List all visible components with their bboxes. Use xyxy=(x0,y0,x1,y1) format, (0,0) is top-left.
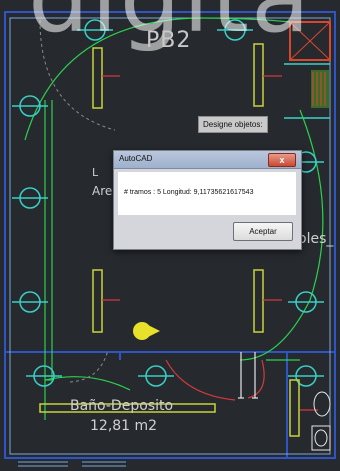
accept-button[interactable]: Aceptar xyxy=(233,222,293,241)
close-button[interactable]: x xyxy=(268,153,296,167)
dialog-titlebar[interactable]: AutoCAD x xyxy=(114,151,301,169)
partial-label-c: oles_ xyxy=(298,231,334,247)
room-area: 12,81 m2 xyxy=(90,418,158,434)
room-name: Baño-Deposito xyxy=(70,398,174,414)
command-tooltip: Designe objetos: xyxy=(198,116,268,133)
message-text: # tramos : 5 Longitud: 9,11735621617543 xyxy=(124,189,254,196)
partial-label-a: Are xyxy=(92,184,113,198)
autocad-message-dialog: AutoCAD x # tramos : 5 Longitud: 9,11735… xyxy=(113,150,302,250)
message-area: # tramos : 5 Longitud: 9,11735621617543 xyxy=(118,172,296,215)
floor-label: PB2 xyxy=(146,28,192,53)
partial-label-b: L xyxy=(92,166,99,179)
dialog-title: AutoCAD xyxy=(119,154,153,163)
